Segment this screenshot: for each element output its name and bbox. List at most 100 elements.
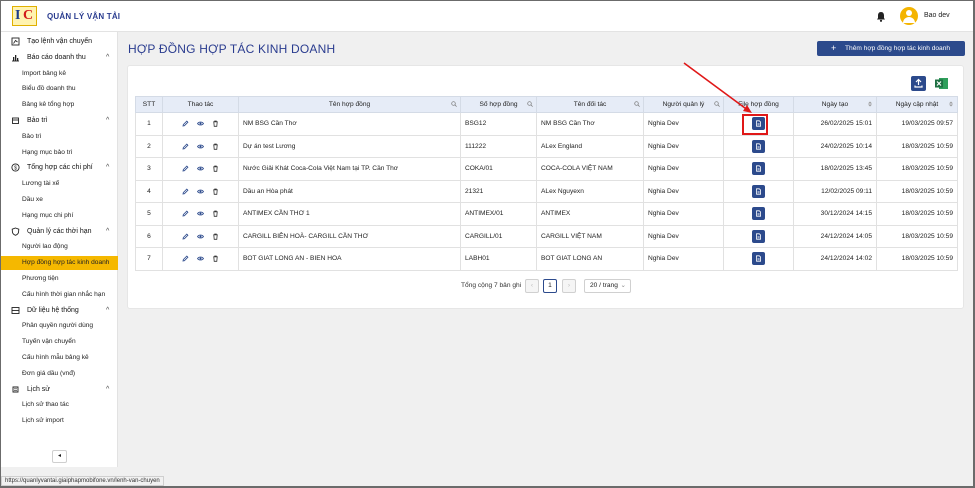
cell-partner: ANTIMEX [536,202,644,226]
file-download-button[interactable] [752,207,765,221]
sidebar-group-1[interactable]: Báo cáo doanh thu ^ [1,51,118,65]
view-icon[interactable] [197,188,204,195]
chevron-up-icon[interactable]: ^ [106,307,109,314]
sidebar-item-3[interactable]: Biểu đồ doanh thu [1,82,118,96]
chevron-up-icon[interactable]: ^ [106,54,109,61]
app-logo[interactable]: IC [12,6,37,26]
file-download-button[interactable] [752,229,765,243]
col-manager[interactable]: Người quản lý [643,96,724,113]
edit-icon[interactable] [182,255,189,262]
cell-contract-number: CARGILL/01 [460,224,537,248]
page-1-button[interactable]: 1 [543,279,557,293]
cell-contract-number: 111222 [460,134,537,158]
sidebar-group-8[interactable]: $ Tổng hợp các chi phí ^ [1,161,118,175]
file-icon [756,188,761,195]
file-download-button[interactable] [752,252,765,266]
cell-contract-name: BOT GIAT LONG AN - BIEN HOA [238,247,461,271]
view-icon[interactable] [197,120,204,127]
page-size-select[interactable]: 20 / trang ⌄ [584,279,631,293]
cell-manager: Nghia Dev [643,202,724,226]
sidebar-item-19[interactable]: Tuyến vận chuyển [1,335,118,349]
view-icon[interactable] [197,143,204,150]
col-updated[interactable]: Ngày cập nhật [876,96,958,113]
sidebar-item-6[interactable]: Bảo trì [1,130,118,144]
edit-icon[interactable] [182,210,189,217]
view-icon[interactable] [197,233,204,240]
file-download-button[interactable] [752,184,765,198]
sidebar-item-16[interactable]: Cấu hình thời gian nhắc hạn [1,288,118,302]
username[interactable]: Bao dev [924,12,950,19]
delete-icon[interactable] [212,165,219,172]
sort-icon[interactable] [867,101,873,107]
sidebar-item-23[interactable]: Lịch sử thao tác [1,398,118,412]
cell-contract-name: NM BSG Cần Thơ [238,112,461,136]
file-download-button[interactable] [752,139,765,153]
chevron-up-icon[interactable]: ^ [106,117,109,124]
cell-updated: 18/03/2025 10:59 [876,179,958,203]
sidebar-item-20[interactable]: Cấu hình mẫu bảng kê [1,351,118,365]
edit-icon[interactable] [182,165,189,172]
next-page-button[interactable]: › [562,279,576,293]
file-download-button[interactable] [752,162,765,176]
sidebar-item-11[interactable]: Hạng mục chi phí [1,209,118,223]
sidebar-item-15[interactable]: Phương tiện [1,272,118,286]
sidebar-group-12[interactable]: Quản lý các thời hạn ^ [1,225,118,239]
sidebar-group-5[interactable]: Bảo trì ^ [1,114,118,128]
sidebar-item-24[interactable]: Lịch sử import [1,414,118,428]
search-icon[interactable] [527,101,533,107]
sidebar-item-label: Import bảng kê [22,69,66,77]
sort-icon[interactable] [948,101,954,107]
view-icon[interactable] [197,165,204,172]
bell-icon[interactable] [876,11,886,22]
edit-icon[interactable] [182,233,189,240]
sidebar-item-18[interactable]: Phân quyền người dùng [1,319,118,333]
sidebar-item-label: Cấu hình mẫu bảng kê [22,354,89,361]
upload-button[interactable] [911,76,926,91]
sidebar-item-14[interactable]: Hợp đồng hợp tác kinh doanh [1,256,118,271]
delete-icon[interactable] [212,120,219,127]
sidebar-group-22[interactable]: Lịch sử ^ [1,383,118,397]
edit-icon[interactable] [182,120,189,127]
chevron-up-icon[interactable]: ^ [106,164,109,171]
delete-icon[interactable] [212,188,219,195]
avatar[interactable] [900,7,918,25]
cell-created: 26/02/2025 15:01 [793,112,877,136]
search-icon[interactable] [634,101,640,107]
cell-stt: 6 [135,224,163,248]
chevron-up-icon[interactable]: ^ [106,228,109,235]
sidebar-item-9[interactable]: Lương tài xế [1,177,118,191]
delete-icon[interactable] [212,233,219,240]
cell-actions [162,134,239,158]
sidebar-group-label: Tổng hợp các chi phí [27,164,93,172]
delete-icon[interactable] [212,210,219,217]
prev-page-button[interactable]: ‹ [525,279,539,293]
view-icon[interactable] [197,255,204,262]
sidebar-item-label: Hợp đồng hợp tác kinh doanh [22,259,110,267]
sidebar-item-7[interactable]: Hạng mục bảo trì [1,146,118,160]
sidebar-item-2[interactable]: Import bảng kê [1,67,118,81]
sidebar-collapse-button[interactable]: ◂ [52,450,67,463]
sidebar-group-17[interactable]: Dữ liệu hệ thống ^ [1,304,118,318]
edit-icon[interactable] [182,188,189,195]
excel-export-button[interactable] [934,76,949,91]
search-icon[interactable] [451,101,457,107]
sidebar-item-10[interactable]: Dầu xe [1,193,118,207]
cell-contract-number: BSG12 [460,112,537,136]
col-actions: Thao tác [162,96,239,113]
col-contract-number[interactable]: Số hợp đồng [460,96,537,113]
sidebar-item-label: Cấu hình thời gian nhắc hạn [22,290,106,298]
sidebar-item-4[interactable]: Bảng kê tổng hợp [1,98,118,112]
col-partner[interactable]: Tên đối tác [536,96,644,113]
sidebar-group-0[interactable]: Tạo lệnh vận chuyển [1,35,118,49]
add-contract-button[interactable]: + Thêm hợp đồng hợp tác kinh doanh [817,41,965,56]
sidebar-item-13[interactable]: Người lao động [1,240,118,254]
chevron-up-icon[interactable]: ^ [106,386,109,393]
delete-icon[interactable] [212,143,219,150]
col-created[interactable]: Ngày tạo [793,96,877,113]
search-icon[interactable] [714,101,720,107]
edit-icon[interactable] [182,143,189,150]
sidebar-item-21[interactable]: Đơn giá dầu (vnđ) [1,367,118,381]
delete-icon[interactable] [212,255,219,262]
view-icon[interactable] [197,210,204,217]
col-contract-name[interactable]: Tên hợp đồng [238,96,461,113]
